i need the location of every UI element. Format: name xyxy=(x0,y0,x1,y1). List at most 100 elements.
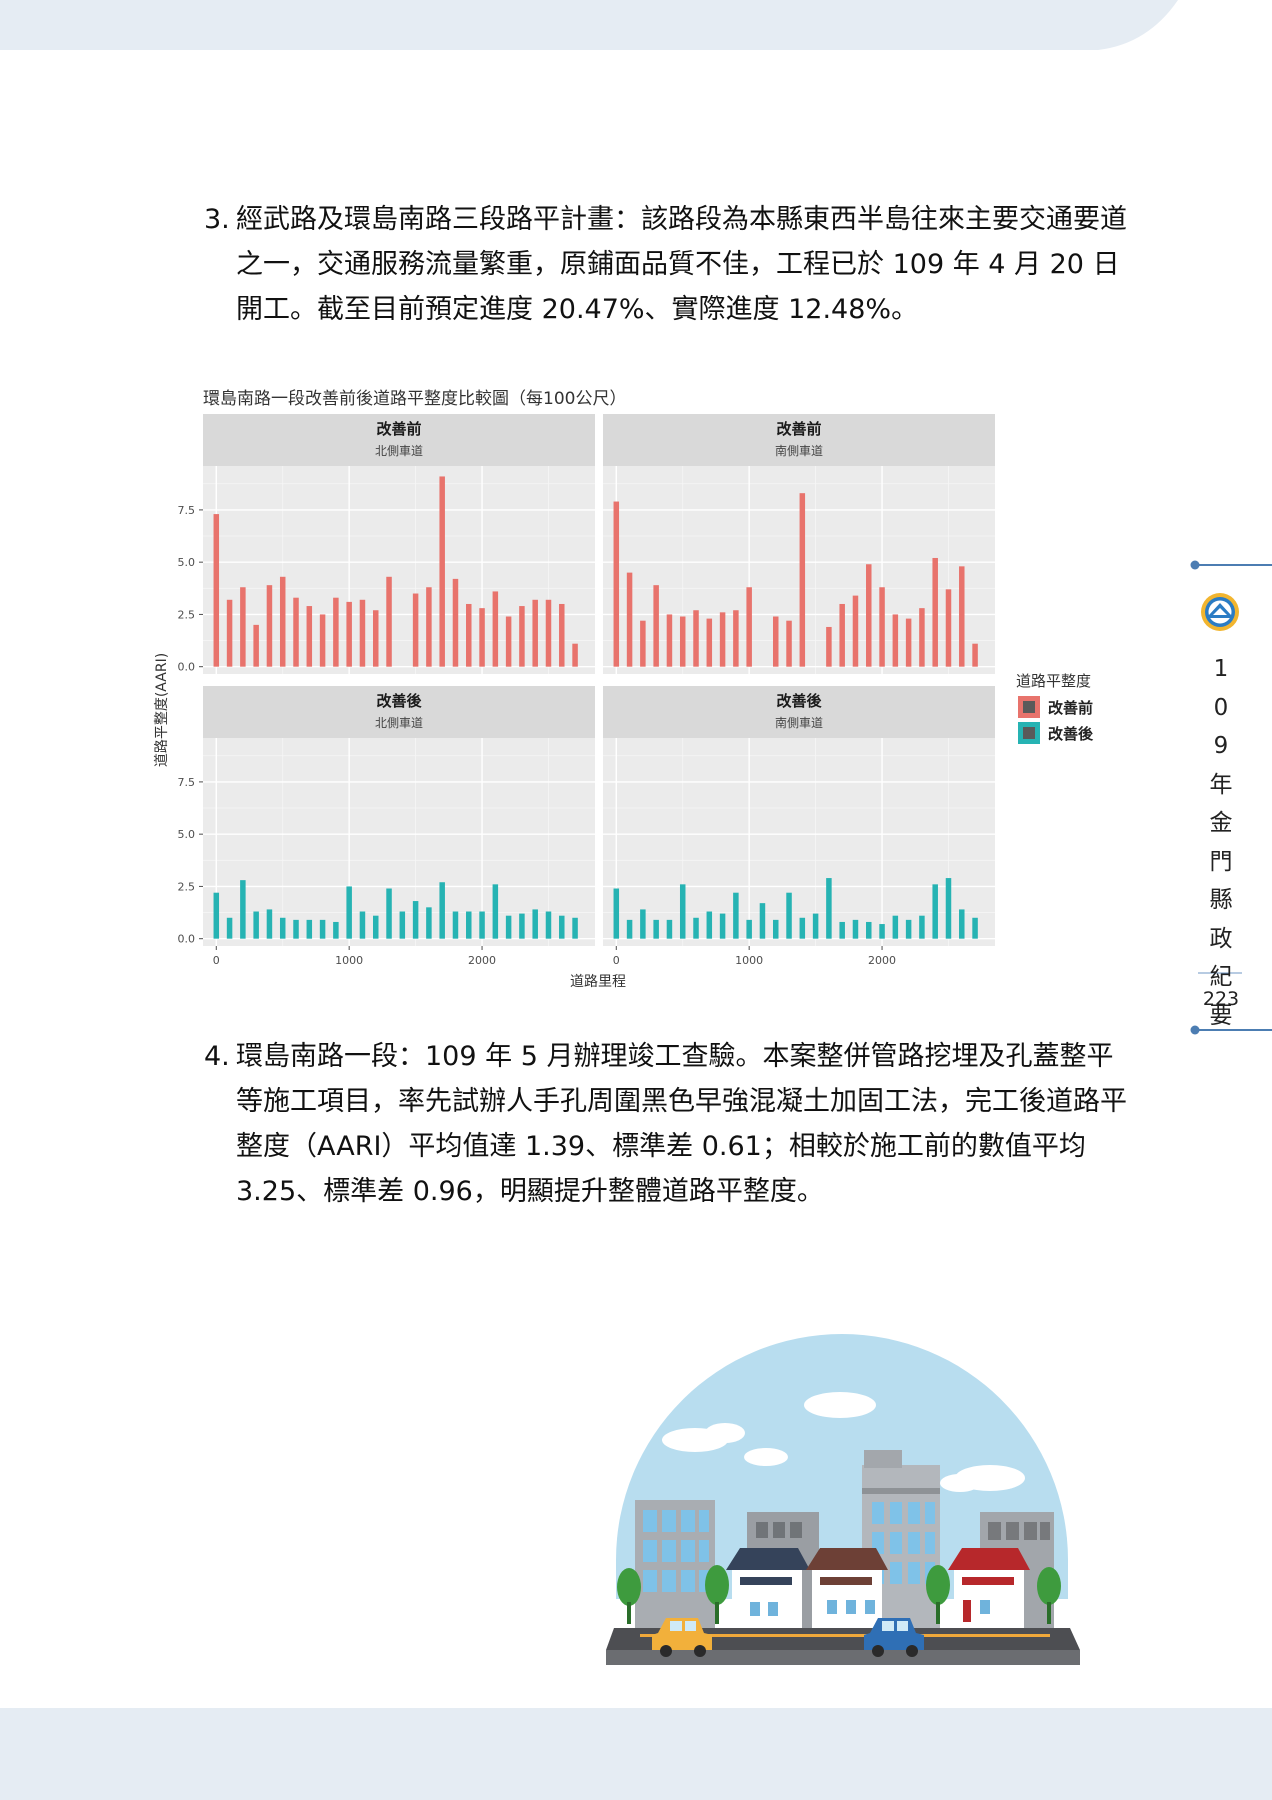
chart-bar xyxy=(679,616,686,667)
chart-bar xyxy=(959,909,965,939)
panel-strip-title: 改善後 xyxy=(776,692,822,710)
chart-bar xyxy=(945,878,952,939)
chart-bar xyxy=(505,616,512,667)
chart-bar xyxy=(333,921,339,939)
chart-bar xyxy=(279,917,286,939)
legend-label-after: 改善後 xyxy=(1048,725,1094,743)
chart-bar xyxy=(719,612,726,667)
chart-bar xyxy=(772,616,779,667)
chart-bar xyxy=(613,888,620,939)
chart-bar xyxy=(372,610,379,667)
y-tick-label: 0.0 xyxy=(178,661,196,674)
chart-bar xyxy=(545,911,552,939)
sidebar-title-char: 1 xyxy=(1213,656,1229,682)
sidebar-title-char: 年 xyxy=(1209,771,1233,798)
chart-bar xyxy=(519,606,525,667)
sidebar-title-char: 9 xyxy=(1213,733,1229,759)
chart-panel: 改善後南側車道 0 1000 2000 xyxy=(603,686,995,967)
chart-bar xyxy=(279,576,286,667)
chart-bar xyxy=(839,921,845,939)
chart-bar xyxy=(492,591,499,667)
chart-bar xyxy=(426,587,432,667)
chart-bar xyxy=(559,603,565,667)
chart-bar xyxy=(852,595,859,667)
chart-bar xyxy=(759,903,766,939)
chart-bar xyxy=(626,572,633,667)
chart-bar xyxy=(532,909,538,939)
chart-bar xyxy=(466,911,472,939)
panel-strip-subtitle: 北側車道 xyxy=(375,716,423,730)
chart-bar xyxy=(733,892,739,939)
panel-strip-subtitle: 南側車道 xyxy=(775,715,823,730)
y-tick-label: 7.5 xyxy=(178,504,196,517)
chart-bar xyxy=(772,919,779,939)
x-tick-label: 0 xyxy=(213,954,220,967)
x-tick-label: 1000 xyxy=(335,954,363,967)
x-tick-label: 2000 xyxy=(868,954,896,967)
chart-bar xyxy=(826,878,832,939)
page-number: 223 xyxy=(1202,988,1240,1010)
chart-bar xyxy=(253,624,259,667)
chart-bar xyxy=(852,919,859,939)
chart-bar xyxy=(613,501,620,667)
panel-strip-subtitle: 南側車道 xyxy=(775,443,823,458)
chart-bar xyxy=(346,601,352,667)
chart-bar xyxy=(559,915,565,939)
chart-bar xyxy=(706,618,713,667)
chart-bar xyxy=(266,909,273,939)
chart-bar xyxy=(839,603,845,667)
chart-bar xyxy=(213,514,220,667)
chart-bar xyxy=(359,911,366,939)
chart-bar xyxy=(972,643,978,667)
chart-bar xyxy=(746,919,752,939)
chart-bar xyxy=(213,892,220,939)
chart-x-axis-label: 道路里程 xyxy=(570,974,626,990)
chart-bar xyxy=(679,884,686,939)
chart-bar xyxy=(466,603,472,667)
x-tick-label: 1000 xyxy=(735,954,763,967)
chart-bar xyxy=(333,597,339,667)
chart-panel: 改善前南側車道 xyxy=(603,414,995,674)
chart-bar xyxy=(426,907,432,939)
chart-bar xyxy=(932,884,938,939)
chart-bar xyxy=(266,585,273,667)
chart-bar xyxy=(412,901,419,939)
chart-bar xyxy=(572,643,578,667)
chart-bar xyxy=(826,626,832,667)
chart-canvas: 環島南路一段改善前後道路平整度比較圖（每100公尺） 改善前北側車道 0.0 2.5… xyxy=(154,389,1094,990)
chart-title: 環島南路一段改善前後道路平整度比較圖（每100公尺） xyxy=(203,389,626,409)
y-tick-label: 2.5 xyxy=(178,880,196,893)
chart-bar xyxy=(359,599,366,667)
paragraph-item-3: 3. 經武路及環島南路三段路平計畫：該路段為本縣東西半島往來主要交通要道之一，交… xyxy=(204,197,1134,332)
chart-bar xyxy=(866,564,872,667)
sidebar-title-char: 政 xyxy=(1209,925,1233,952)
chart-bar xyxy=(226,917,233,939)
chart-bar xyxy=(372,915,379,939)
chart-bar xyxy=(253,911,259,939)
chart-bar xyxy=(905,618,912,667)
chart-bar xyxy=(746,587,752,667)
sidebar-title: 1 0 9 年 金 門 縣 政 紀 要 xyxy=(1200,650,1242,1035)
top-header-band xyxy=(0,0,1178,50)
chart-bar xyxy=(812,913,819,939)
chart-bar xyxy=(240,880,246,939)
paragraph-number: 3. xyxy=(204,204,230,235)
chart-bar xyxy=(306,606,313,667)
y-tick-label: 2.5 xyxy=(178,608,196,621)
chart-bar xyxy=(959,566,965,667)
panel-strip-title: 改善前 xyxy=(776,420,821,438)
y-tick-label: 7.5 xyxy=(178,776,196,789)
bottom-footer-band xyxy=(0,1708,1272,1800)
chart-bar xyxy=(919,915,925,939)
legend-label-before: 改善前 xyxy=(1048,699,1093,717)
panel-strip-title: 改善前 xyxy=(376,420,421,438)
chart-bar xyxy=(505,915,512,939)
chart-bar xyxy=(945,589,952,667)
sidebar-title-char: 門 xyxy=(1209,848,1233,875)
chart-bar xyxy=(799,493,806,667)
chart-bar xyxy=(439,882,445,939)
chart-bar xyxy=(319,919,326,939)
chart-bar xyxy=(492,884,499,939)
chart-bar xyxy=(640,620,646,667)
county-emblem-icon xyxy=(1201,593,1239,631)
